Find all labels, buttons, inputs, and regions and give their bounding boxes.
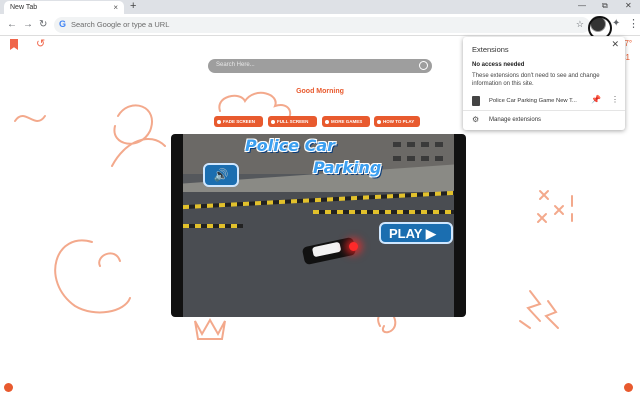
- settings-icon[interactable]: [4, 383, 13, 392]
- restore-icon[interactable]: ⧉: [602, 1, 608, 11]
- more-options-icon[interactable]: ⋮: [611, 95, 619, 104]
- close-icon[interactable]: ✕: [611, 39, 619, 50]
- police-car: [301, 236, 358, 266]
- siren-light: [349, 242, 358, 251]
- browser-toolbar: ← → ↻ G Search Google or type a URL ☆ ✦ …: [0, 14, 640, 48]
- tab-strip: New Tab × + — ⧉ ✕: [0, 0, 640, 14]
- browser-menu-icon[interactable]: ⋮: [628, 17, 639, 30]
- play-button[interactable]: PLAY ▶: [379, 222, 453, 244]
- fade-icon: [217, 119, 221, 124]
- speaker-icon: 🔊: [213, 168, 229, 182]
- game-title-line2: Parking: [313, 158, 382, 177]
- gear-icon: ⚙: [472, 115, 480, 124]
- omnibox-placeholder: Search Google or type a URL: [71, 20, 170, 29]
- minimize-icon[interactable]: —: [578, 1, 586, 10]
- reload-icon[interactable]: ↻: [39, 19, 47, 30]
- divider: [463, 110, 625, 111]
- extension-item-icon: [472, 96, 480, 106]
- barrier-stripe-left: [183, 224, 243, 228]
- google-icon: G: [59, 19, 67, 29]
- tab-new-tab[interactable]: New Tab ×: [4, 1, 124, 14]
- extensions-puzzle-icon[interactable]: ✦: [612, 18, 620, 29]
- search-placeholder: Search Here...: [216, 62, 255, 68]
- tab-title: New Tab: [10, 4, 38, 11]
- game-frame[interactable]: Police Car Parking 🔊 PLAY ▶: [171, 134, 466, 317]
- extension-item[interactable]: Police Car Parking Game New T... 📌 ⋮: [463, 94, 625, 108]
- star-icon[interactable]: ☆: [576, 19, 584, 30]
- new-tab-button[interactable]: +: [130, 0, 136, 12]
- how-to-play-button[interactable]: HOW TO PLAY: [374, 116, 420, 127]
- moon-doodle: [54, 239, 131, 314]
- full-screen-button[interactable]: FULL SCREEN: [268, 116, 317, 127]
- extensions-title: Extensions: [472, 45, 509, 54]
- search-icon[interactable]: [419, 61, 428, 70]
- games-icon: [325, 119, 329, 124]
- more-games-button[interactable]: MORE GAMES: [322, 116, 370, 127]
- manage-extensions-label: Manage extensions: [489, 117, 542, 123]
- info-icon: [377, 119, 381, 124]
- fullscreen-icon: [271, 119, 275, 124]
- forward-icon[interactable]: →: [23, 19, 33, 30]
- history-icon[interactable]: ↺: [36, 37, 45, 50]
- no-access-heading: No access needed: [472, 62, 525, 68]
- extensions-popup: Extensions ✕ No access needed These exte…: [463, 37, 625, 130]
- barrier-stripe-right: [313, 210, 454, 214]
- search-input[interactable]: Search Here...: [208, 59, 432, 73]
- sound-button[interactable]: 🔊: [203, 163, 239, 187]
- omnibox[interactable]: G Search Google or type a URL ☆: [54, 17, 590, 33]
- back-icon[interactable]: ←: [7, 19, 17, 30]
- fade-screen-button[interactable]: FADE SCREEN: [214, 116, 263, 127]
- tab-close-icon[interactable]: ×: [113, 3, 118, 12]
- info-badge-icon[interactable]: [624, 383, 633, 392]
- game-scene: Police Car Parking 🔊 PLAY ▶: [183, 134, 454, 317]
- window-close-icon[interactable]: ✕: [625, 1, 632, 10]
- crown-doodle: [194, 317, 226, 340]
- no-access-description: These extensions don't need to see and c…: [472, 73, 600, 87]
- manage-extensions-item[interactable]: ⚙ Manage extensions: [463, 114, 625, 126]
- pin-icon[interactable]: 📌: [591, 95, 601, 104]
- game-title-line1: Police Car: [245, 136, 336, 155]
- extension-item-label: Police Car Parking Game New T...: [489, 98, 577, 104]
- car-body: [301, 236, 357, 266]
